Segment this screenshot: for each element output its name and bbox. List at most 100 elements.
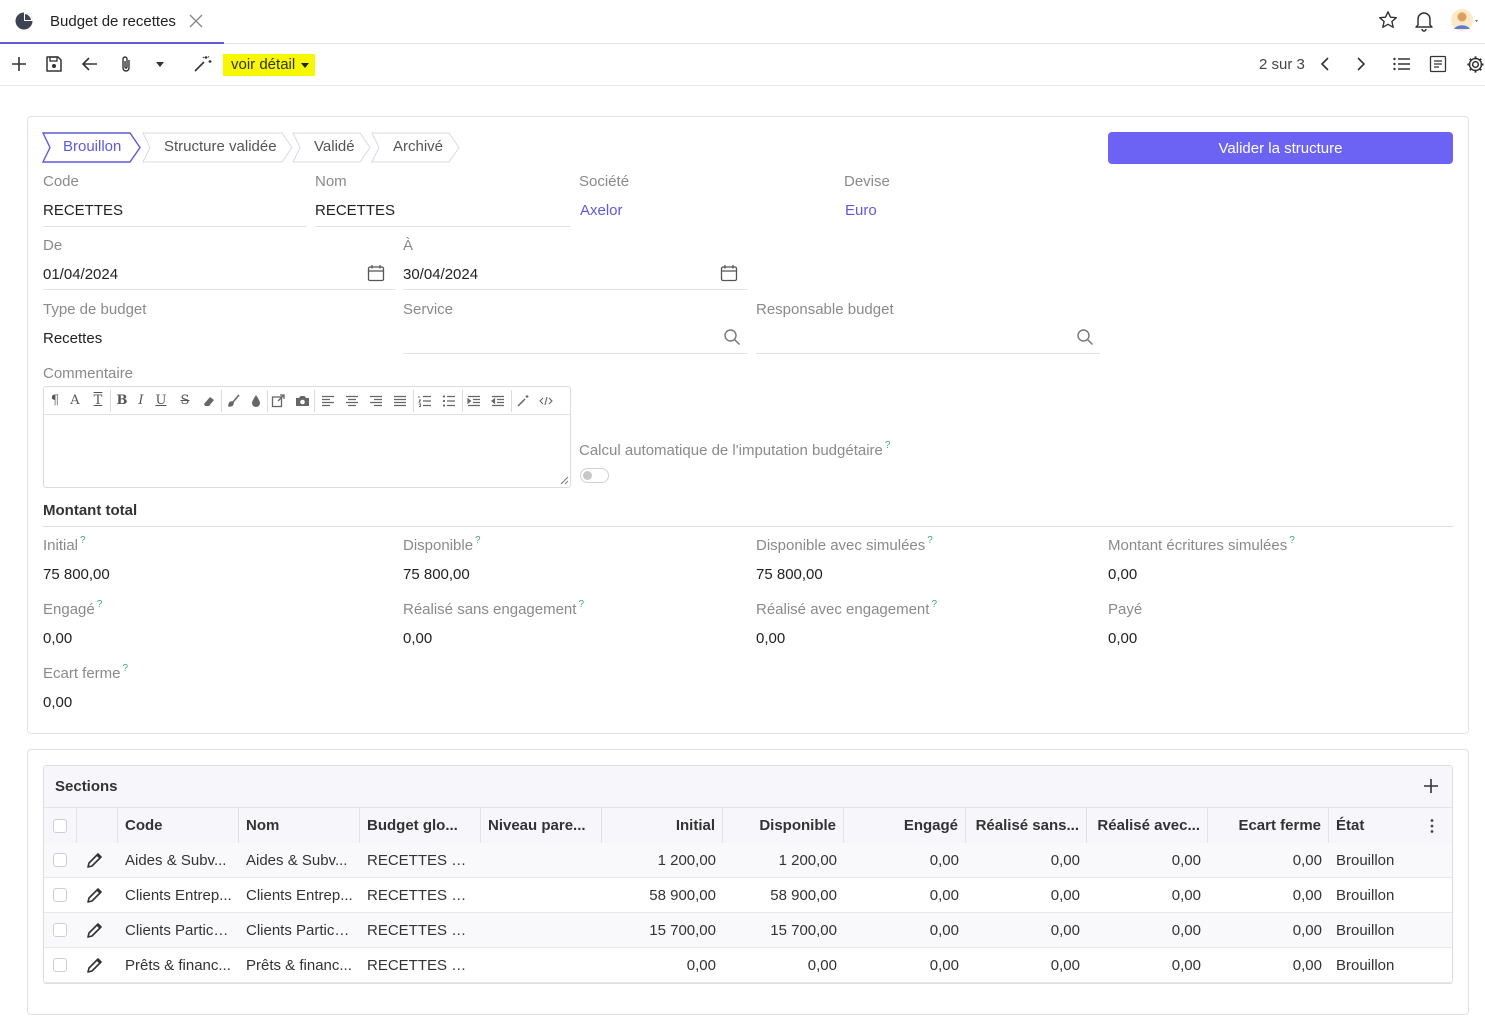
column-ecart-ferme[interactable]: Ecart ferme: [1208, 808, 1329, 844]
eraser-icon[interactable]: [199, 392, 219, 410]
camera-icon[interactable]: [292, 392, 312, 410]
table-row[interactable]: Clients Particu... Clients Particu... RE…: [44, 913, 1452, 948]
row-checkbox[interactable]: [53, 958, 67, 972]
a-date-field[interactable]: 30/04/2024: [403, 266, 478, 283]
help-icon[interactable]: ?: [123, 663, 129, 674]
column-etat[interactable]: État: [1329, 808, 1419, 844]
help-icon[interactable]: ?: [931, 599, 937, 610]
magic-format-icon[interactable]: [513, 392, 533, 410]
outdent-icon[interactable]: [488, 392, 508, 410]
type-budget-label: Type de budget: [43, 301, 147, 318]
edit-pencil-icon[interactable]: [86, 956, 104, 974]
underline-icon[interactable]: U: [151, 392, 171, 410]
close-icon[interactable]: [188, 13, 204, 29]
column-niveau-parent[interactable]: Niveau pare...: [481, 808, 602, 844]
help-icon[interactable]: ?: [578, 599, 584, 610]
cell-code: Clients Entrep...: [125, 887, 232, 904]
row-checkbox[interactable]: [53, 923, 67, 937]
valider-structure-button[interactable]: Valider la structure: [1108, 132, 1453, 164]
tab-budget-recettes[interactable]: Budget de recettes: [0, 0, 224, 44]
edit-pencil-icon[interactable]: [86, 851, 104, 869]
caret-down-icon: [301, 62, 310, 68]
calendar-icon[interactable]: [367, 264, 385, 282]
search-icon[interactable]: [1076, 328, 1094, 346]
column-menu-icon[interactable]: [1429, 818, 1435, 834]
column-budget-global[interactable]: Budget glo...: [360, 808, 481, 844]
paragraph-icon[interactable]: ¶: [45, 392, 65, 410]
step-structure-validee[interactable]: Structure validée: [142, 132, 294, 163]
step-valide[interactable]: Validé: [292, 132, 372, 163]
font-size-icon[interactable]: A: [65, 392, 85, 410]
column-disponible[interactable]: Disponible: [723, 808, 844, 844]
edit-pencil-icon[interactable]: [86, 886, 104, 904]
help-icon[interactable]: ?: [1289, 535, 1295, 546]
bold-icon[interactable]: B: [112, 392, 132, 410]
column-code[interactable]: Code: [118, 808, 239, 844]
nom-field[interactable]: RECETTES: [315, 202, 395, 219]
align-right-icon[interactable]: [366, 392, 386, 410]
star-icon[interactable]: [1378, 10, 1398, 30]
ecart-ferme-label-text: Ecart ferme: [43, 665, 121, 682]
commentaire-editor[interactable]: ¶ A T B I U S: [43, 386, 571, 488]
add-icon[interactable]: [10, 55, 28, 73]
sections-title: Sections: [55, 778, 118, 795]
table-row[interactable]: Prêts & financ... Prêts & financ... RECE…: [44, 948, 1452, 983]
code-field[interactable]: RECETTES: [43, 202, 123, 219]
help-icon[interactable]: ?: [475, 535, 481, 546]
code-view-icon[interactable]: [536, 392, 556, 410]
help-icon[interactable]: ?: [80, 535, 86, 546]
column-realise-avec[interactable]: Réalisé avec...: [1087, 808, 1208, 844]
indent-icon[interactable]: [464, 392, 484, 410]
table-row[interactable]: Clients Entrep... Clients Entrep... RECE…: [44, 878, 1452, 913]
back-arrow-icon[interactable]: [81, 55, 99, 73]
save-icon[interactable]: [45, 55, 63, 73]
clear-format-icon[interactable]: T: [88, 392, 108, 410]
step-archive[interactable]: Archivé: [371, 132, 461, 163]
select-all-checkbox[interactable]: [53, 819, 67, 833]
row-checkbox[interactable]: [53, 888, 67, 902]
calendar-icon[interactable]: [720, 264, 738, 282]
calcul-auto-toggle[interactable]: [580, 468, 609, 483]
help-icon[interactable]: ?: [927, 535, 933, 546]
cell-niveau-parent: [481, 843, 602, 878]
align-center-icon[interactable]: [342, 392, 362, 410]
italic-icon[interactable]: I: [131, 392, 151, 410]
settings-gear-icon[interactable]: [1466, 55, 1485, 74]
societe-link[interactable]: Axelor: [580, 202, 623, 219]
ordered-list-icon[interactable]: [415, 392, 435, 410]
chevron-left-icon[interactable]: [1318, 56, 1332, 72]
table-row[interactable]: Aides & Subv... Aides & Subv... RECETTES…: [44, 843, 1452, 878]
step-brouillon[interactable]: Brouillon: [42, 132, 142, 163]
brush-icon[interactable]: [224, 392, 244, 410]
align-left-icon[interactable]: [318, 392, 338, 410]
unordered-list-icon[interactable]: [439, 392, 459, 410]
attachment-icon[interactable]: [117, 55, 135, 73]
form-view-icon[interactable]: [1429, 55, 1447, 73]
edit-pencil-icon[interactable]: [86, 921, 104, 939]
justify-icon[interactable]: [390, 392, 410, 410]
devise-link[interactable]: Euro: [845, 202, 877, 219]
cell-initial: 1 200,00: [657, 852, 716, 869]
column-engage[interactable]: Engagé: [844, 808, 966, 844]
search-icon[interactable]: [723, 328, 741, 346]
link-icon[interactable]: [268, 392, 288, 410]
bell-icon[interactable]: [1414, 10, 1434, 32]
add-section-icon[interactable]: [1422, 777, 1440, 795]
magic-wand-icon[interactable]: [193, 55, 213, 73]
help-icon[interactable]: ?: [885, 440, 891, 451]
strikethrough-icon[interactable]: S: [175, 392, 195, 410]
column-nom[interactable]: Nom: [239, 808, 360, 844]
color-drop-icon[interactable]: [246, 392, 266, 410]
voir-detail-button[interactable]: voir détail: [223, 54, 316, 76]
more-dropdown-icon[interactable]: [154, 61, 166, 69]
nom-label: Nom: [315, 173, 347, 190]
column-realise-sans[interactable]: Réalisé sans...: [966, 808, 1087, 844]
row-checkbox[interactable]: [53, 853, 67, 867]
de-date-field[interactable]: 01/04/2024: [43, 266, 118, 283]
chevron-right-icon[interactable]: [1354, 56, 1368, 72]
column-initial[interactable]: Initial: [602, 808, 723, 844]
resize-handle-icon[interactable]: [560, 476, 569, 485]
help-icon[interactable]: ?: [97, 599, 103, 610]
avatar[interactable]: [1451, 8, 1481, 34]
list-view-icon[interactable]: [1392, 55, 1412, 73]
